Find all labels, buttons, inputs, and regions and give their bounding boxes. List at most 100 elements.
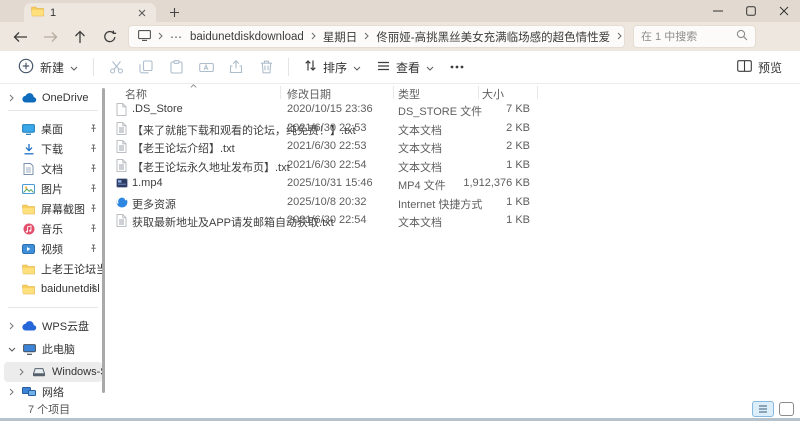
file-type: 文本文档 [398,161,442,174]
breadcrumb-item[interactable]: baidunetdiskdownload [190,31,304,43]
address-bar[interactable]: ⋯ baidunetdiskdownload 星期日 佟丽娅-高挑黑丝美女充满临… [128,25,625,48]
sidebar-item-desktop[interactable]: 桌面 [0,119,104,139]
chevron-right-icon[interactable] [7,388,16,396]
share-button[interactable] [221,54,251,80]
file-name: .DS_Store [132,103,183,115]
sidebar-item-music[interactable]: 音乐 [0,219,104,239]
rename-button[interactable] [191,54,221,80]
view-label: 查看 [396,60,421,75]
file-size: 1 KB [506,158,530,171]
sort-ascending-icon [190,79,197,91]
items-count: 7 个项目 [28,403,71,416]
back-button[interactable] [8,25,32,49]
new-label: 新建 [40,60,65,75]
chevron-right-icon[interactable] [7,322,16,330]
sidebar-item-label: 此电脑 [42,344,75,356]
status-bar: 7 个项目 [0,399,800,418]
sidebar-item-label: 图片 [41,184,63,196]
internet-shortcut-icon [115,195,128,208]
copy-button[interactable] [131,54,161,80]
tab-close-icon[interactable] [135,6,149,20]
tab-strip: 1 [0,0,800,22]
file-size: 1 KB [506,195,530,208]
folder-icon [21,264,36,275]
sidebar-item-wps-cloud[interactable]: WPS云盘 [0,316,104,336]
file-name: 【老王论坛介绍】.txt [132,143,235,155]
search-input[interactable] [641,30,736,43]
chevron-right-icon[interactable] [17,368,26,376]
sidebar-item-pictures[interactable]: 图片 [0,179,104,199]
view-button[interactable]: 查看 [369,54,442,80]
sidebar-item-downloads[interactable]: 下载 [0,139,104,159]
file-date: 2021/6/30 22:54 [287,158,367,171]
file-text-icon [115,140,128,153]
divider[interactable] [280,86,281,99]
drive-icon [31,367,47,377]
table-row[interactable]: 获取最新地址及APP请发邮箱自动获取.txt 2021/6/30 22:54 文… [110,211,800,230]
file-size: 1,912,376 KB [463,177,530,189]
breadcrumb-item[interactable]: 星期日 [323,29,358,45]
pin-icon [89,164,98,176]
cut-button[interactable] [101,54,131,80]
file-size: 1 KB [506,214,530,226]
sidebar-item-videos[interactable]: 视频 [0,239,104,259]
close-button[interactable] [767,0,800,22]
chevron-right-icon[interactable] [7,94,16,102]
sidebar-item-folder[interactable]: baidunetdisl [0,279,104,299]
file-type: 文本文档 [398,124,442,137]
table-row[interactable]: 【来了就能下载和观看的论坛，纯免费！】.txt 2021/6/30 22:53 … [110,119,800,138]
view-toggles [752,400,794,417]
sidebar-item-screenshots[interactable]: 屏幕截图 [0,199,104,219]
minimize-button[interactable] [701,0,734,22]
divider[interactable] [537,86,538,99]
file-text-icon [115,214,128,227]
sidebar-item-folder[interactable]: 上老王论坛当 [0,259,104,279]
downloads-icon [21,143,36,155]
details-view-toggle[interactable] [752,400,774,417]
chevron-right-icon [364,31,370,43]
table-row[interactable]: 更多资源 2025/10/8 20:32 Internet 快捷方式 1 KB [110,193,800,212]
up-button[interactable] [68,25,92,49]
tab-1[interactable]: 1 [24,3,156,22]
more-options-icon[interactable] [442,54,472,80]
table-row[interactable]: 【老王论坛介绍】.txt 2021/6/30 22:53 文本文档 2 KB [110,137,800,156]
this-pc-icon [138,29,151,44]
chevron-right-icon [617,31,622,43]
file-date: 2021/6/30 22:54 [287,214,367,226]
delete-button[interactable] [251,54,281,80]
maximize-button[interactable] [734,0,767,22]
pin-icon [89,124,98,136]
sidebar-item-documents[interactable]: 文档 [0,159,104,179]
table-row[interactable]: .DS_Store 2020/10/15 23:36 DS_STORE 文件 7… [110,100,800,119]
sidebar-item-label: 桌面 [41,124,63,136]
pinned-items: 桌面 下载 文档 图片 屏幕截图 音乐 视频 上老王论坛当 baidunetdi… [0,119,104,299]
new-button[interactable]: 新建 [10,54,86,80]
thumbnail-view-toggle[interactable] [779,401,794,416]
sort-button[interactable]: 排序 [296,54,369,80]
preview-icon [737,59,752,75]
divider [8,307,98,308]
file-text-icon [115,121,128,135]
onedrive-cloud-icon [21,93,37,103]
sidebar-item-windows-ssd[interactable]: Windows-SSD [4,362,102,382]
divider[interactable] [393,86,394,99]
preview-button[interactable]: 预览 [729,54,790,80]
paste-button[interactable] [161,54,191,80]
new-tab-button[interactable] [166,4,182,20]
divider [93,58,95,76]
divider [288,58,290,76]
sidebar-item-label: 下载 [41,144,63,156]
breadcrumb-item[interactable]: 佟丽娅-高挑黑丝美女充满临场感的超色情性爱 [376,29,610,45]
refresh-button[interactable] [98,25,122,49]
sidebar-item-onedrive[interactable]: OneDrive [0,88,104,108]
forward-button[interactable] [38,25,62,49]
sidebar-scrollbar[interactable] [102,88,105,393]
pin-icon [89,144,98,156]
table-row[interactable]: 1.mp4 2025/10/31 15:46 MP4 文件 1,912,376 … [110,174,800,193]
divider[interactable] [478,86,479,99]
sidebar-item-this-pc[interactable]: 此电脑 [0,339,104,359]
table-row[interactable]: 【老王论坛永久地址发布页】.txt 2021/6/30 22:54 文本文档 1… [110,156,800,175]
chevron-down-icon[interactable] [7,347,16,352]
breadcrumb-overflow-icon[interactable]: ⋯ [170,30,183,44]
column-headers: 名称 修改日期 类型 大小 [110,84,800,101]
